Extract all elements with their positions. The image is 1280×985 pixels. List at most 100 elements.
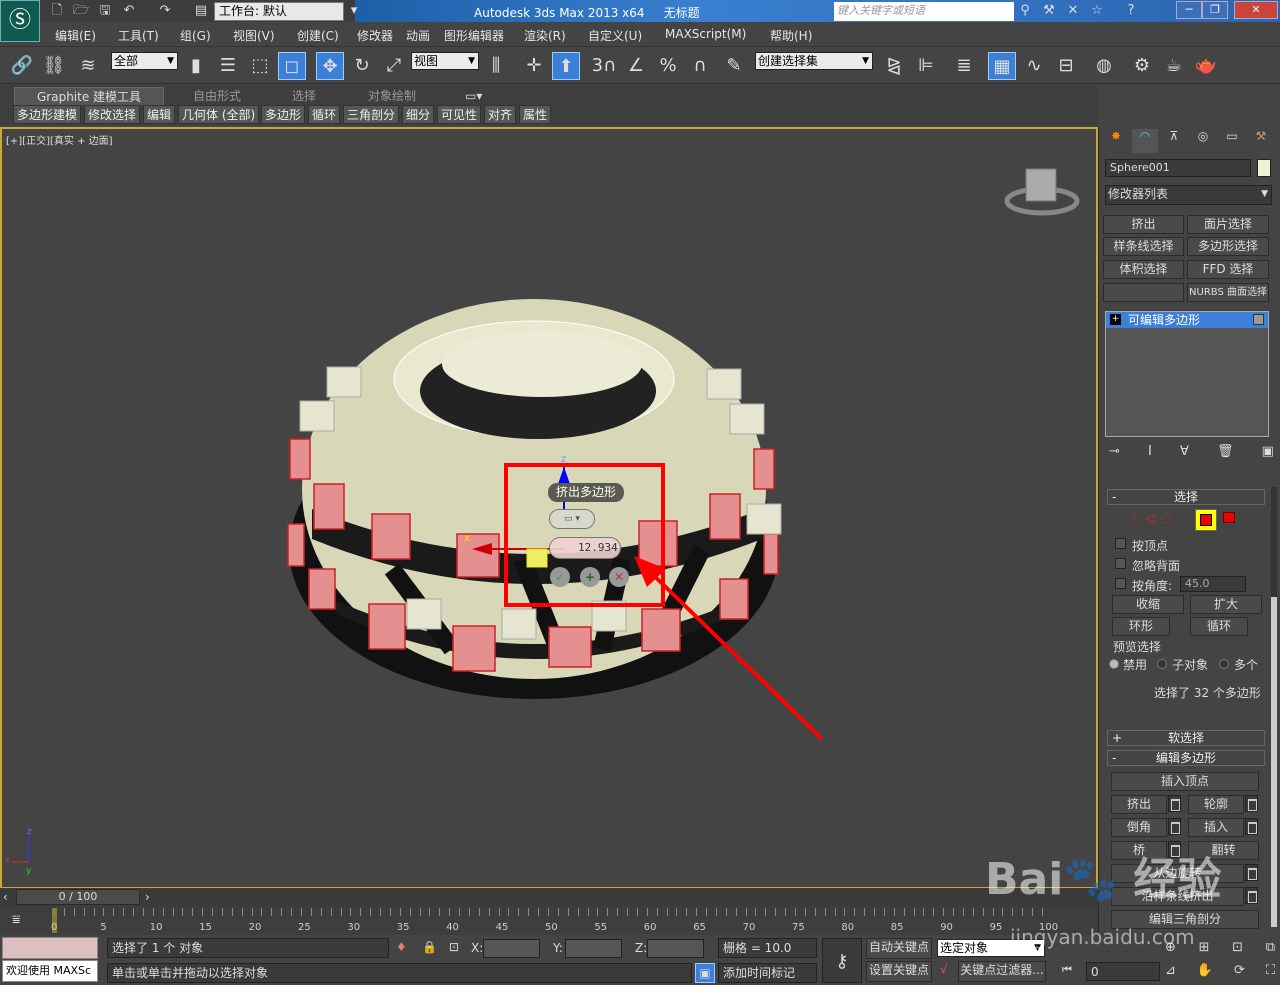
- app-menu-button[interactable]: Ⓢ: [0, 0, 40, 42]
- maximize-viewport-icon[interactable]: ⛶: [1266, 963, 1275, 978]
- spinner-snap-icon[interactable]: ∩: [686, 52, 714, 80]
- selection-lock-icon[interactable]: 🔒: [422, 940, 437, 954]
- track-bar[interactable]: ⩸ 05101520253035404550556065707580859095…: [0, 906, 1098, 935]
- mod-spline-select-button[interactable]: 样条线选择: [1103, 237, 1184, 256]
- tab-selection[interactable]: 选择: [292, 87, 316, 105]
- mod-patch-select-button[interactable]: 面片选择: [1187, 215, 1269, 234]
- current-frame-field[interactable]: 0: [1086, 962, 1160, 981]
- mod-extrude-button[interactable]: 挤出: [1103, 215, 1184, 234]
- vertex-mode-icon[interactable]: ⁘: [1129, 511, 1145, 525]
- extrude-spline-settings-icon[interactable]: [1245, 887, 1258, 904]
- make-unique-icon[interactable]: ∀: [1180, 444, 1189, 459]
- render-production-icon[interactable]: 🫖: [1192, 52, 1220, 80]
- object-name-field[interactable]: Sphere001: [1105, 159, 1251, 177]
- time-slider[interactable]: 0 / 100: [16, 889, 140, 905]
- communication-icon[interactable]: ✕: [1064, 3, 1082, 19]
- keyboard-shortcut-override-icon[interactable]: ⬆: [552, 52, 580, 80]
- subtab-loops[interactable]: 循环: [308, 105, 340, 124]
- key-filter-icon[interactable]: √: [940, 962, 948, 976]
- show-end-result-icon[interactable]: Ⅰ: [1148, 444, 1152, 459]
- preview-multi-radio[interactable]: [1219, 659, 1229, 669]
- ring-button[interactable]: 环形: [1112, 617, 1170, 636]
- utilities-tab-icon[interactable]: ⚒: [1248, 129, 1274, 153]
- subtab-properties[interactable]: 属性: [519, 105, 551, 124]
- preview-off-radio[interactable]: [1109, 659, 1119, 669]
- subtab-geometry-all[interactable]: 几何体 (全部): [178, 105, 259, 124]
- help-icon[interactable]: ?: [1122, 3, 1140, 19]
- insert-vertex-button[interactable]: 插入顶点: [1111, 772, 1259, 791]
- prev-frame-icon[interactable]: ‹: [3, 890, 8, 904]
- key-filters-button[interactable]: 关键点过滤器...: [958, 961, 1046, 982]
- select-move-icon[interactable]: ✥: [316, 52, 344, 80]
- subtab-align[interactable]: 对齐: [484, 105, 516, 124]
- sphere-object[interactable]: [288, 299, 781, 699]
- subscription-icon[interactable]: ⚒: [1040, 3, 1058, 19]
- mod-ffd-select-button[interactable]: FFD 选择: [1187, 260, 1269, 279]
- named-selection-dropdown[interactable]: 创建选择集: [755, 52, 873, 70]
- unlink-icon[interactable]: ⛓: [40, 52, 68, 80]
- link-icon[interactable]: 🔗: [8, 52, 36, 80]
- select-object-icon[interactable]: ▮: [182, 52, 210, 80]
- viewport-orthographic[interactable]: [+][正交][真实 + 边面]: [0, 127, 1098, 889]
- mod-vol-select-button[interactable]: 体积选择: [1103, 260, 1184, 279]
- soft-selection-rollout-header[interactable]: +软选择: [1107, 730, 1265, 746]
- by-vertex-checkbox[interactable]: [1115, 538, 1126, 549]
- maxscript-mini-listener[interactable]: 欢迎使用 MAXSc: [2, 960, 98, 982]
- menu-animation[interactable]: 动画: [406, 27, 430, 44]
- edge-mode-icon[interactable]: ◁: [1145, 511, 1160, 525]
- extrude-height-field[interactable]: 12.934: [549, 537, 621, 559]
- menu-maxscript[interactable]: MAXScript(M): [665, 27, 746, 41]
- shrink-button[interactable]: 收缩: [1112, 595, 1184, 614]
- redo-icon[interactable]: ↷: [156, 3, 174, 19]
- bridge-settings-icon[interactable]: [1168, 841, 1181, 858]
- favorites-icon[interactable]: ☆: [1088, 3, 1106, 19]
- selection-filter-dropdown[interactable]: 全部: [111, 52, 178, 70]
- menu-views[interactable]: 视图(V): [233, 27, 275, 44]
- hinge-settings-icon[interactable]: [1245, 864, 1258, 881]
- preview-subobject-radio[interactable]: [1157, 659, 1167, 669]
- close-button[interactable]: ✕: [1234, 1, 1278, 19]
- key-mode-dropdown[interactable]: 选定对象: [937, 939, 1045, 957]
- schematic-view-icon[interactable]: ⊟: [1052, 52, 1080, 80]
- selection-rollout-header[interactable]: -选择: [1107, 489, 1265, 505]
- mod-poly-select-button[interactable]: 多边形选择: [1187, 237, 1269, 256]
- tab-graphite-modeling[interactable]: Graphite 建模工具: [14, 87, 164, 105]
- object-color-swatch[interactable]: [1257, 159, 1271, 177]
- subtab-polygons[interactable]: 多边形: [261, 105, 305, 124]
- inset-settings-icon[interactable]: [1245, 818, 1258, 835]
- curve-editor-mini-icon[interactable]: ⩸: [12, 912, 21, 928]
- caddy-ok-icon[interactable]: ✓: [550, 567, 570, 587]
- menu-help[interactable]: 帮助(H): [770, 27, 812, 44]
- edit-polygons-rollout-header[interactable]: -编辑多边形: [1107, 750, 1265, 766]
- bevel-settings-icon[interactable]: [1168, 818, 1181, 835]
- outline-settings-icon[interactable]: [1245, 795, 1258, 812]
- window-crossing-icon[interactable]: ◻: [278, 52, 306, 80]
- modify-tab-icon[interactable]: ◠: [1132, 129, 1158, 153]
- z-coordinate-field[interactable]: [647, 939, 704, 958]
- quick-access-menu-icon[interactable]: ▾: [345, 3, 363, 19]
- workspace-dropdown[interactable]: 工作台: 默认: [214, 2, 344, 21]
- subtab-edit[interactable]: 编辑: [143, 105, 175, 124]
- modifier-stack[interactable]: + 可编辑多边形: [1105, 311, 1269, 437]
- zoom-all-icon[interactable]: ⊞: [1199, 940, 1210, 955]
- minimize-button[interactable]: ─: [1176, 1, 1202, 19]
- save-icon[interactable]: 🖫: [96, 3, 114, 19]
- extrude-button[interactable]: 挤出: [1111, 795, 1167, 814]
- menu-graph-editors[interactable]: 图形编辑器: [444, 27, 504, 44]
- mod-empty-button[interactable]: [1103, 283, 1184, 302]
- motion-tab-icon[interactable]: ◎: [1190, 129, 1216, 153]
- caddy-cancel-icon[interactable]: ✕: [609, 567, 629, 587]
- mod-nurbs-select-button[interactable]: NURBS 曲面选择: [1187, 283, 1269, 302]
- subtab-subdivision[interactable]: 细分: [402, 105, 434, 124]
- caddy-title[interactable]: 挤出多边形: [548, 483, 624, 502]
- menu-group[interactable]: 组(G): [180, 27, 211, 44]
- isolate-icon[interactable]: ♦: [396, 940, 407, 954]
- project-folder-icon[interactable]: ▤: [192, 3, 210, 19]
- set-key-button[interactable]: 设置关键点: [866, 961, 932, 982]
- inset-button[interactable]: 插入: [1188, 818, 1244, 837]
- expand-icon[interactable]: +: [1110, 314, 1121, 325]
- zoom-icon[interactable]: ⊕: [1165, 940, 1176, 955]
- orbit-icon[interactable]: ⟳: [1234, 963, 1245, 978]
- field-of-view-icon[interactable]: ⊿: [1165, 963, 1176, 978]
- undo-icon[interactable]: ↶: [120, 3, 138, 19]
